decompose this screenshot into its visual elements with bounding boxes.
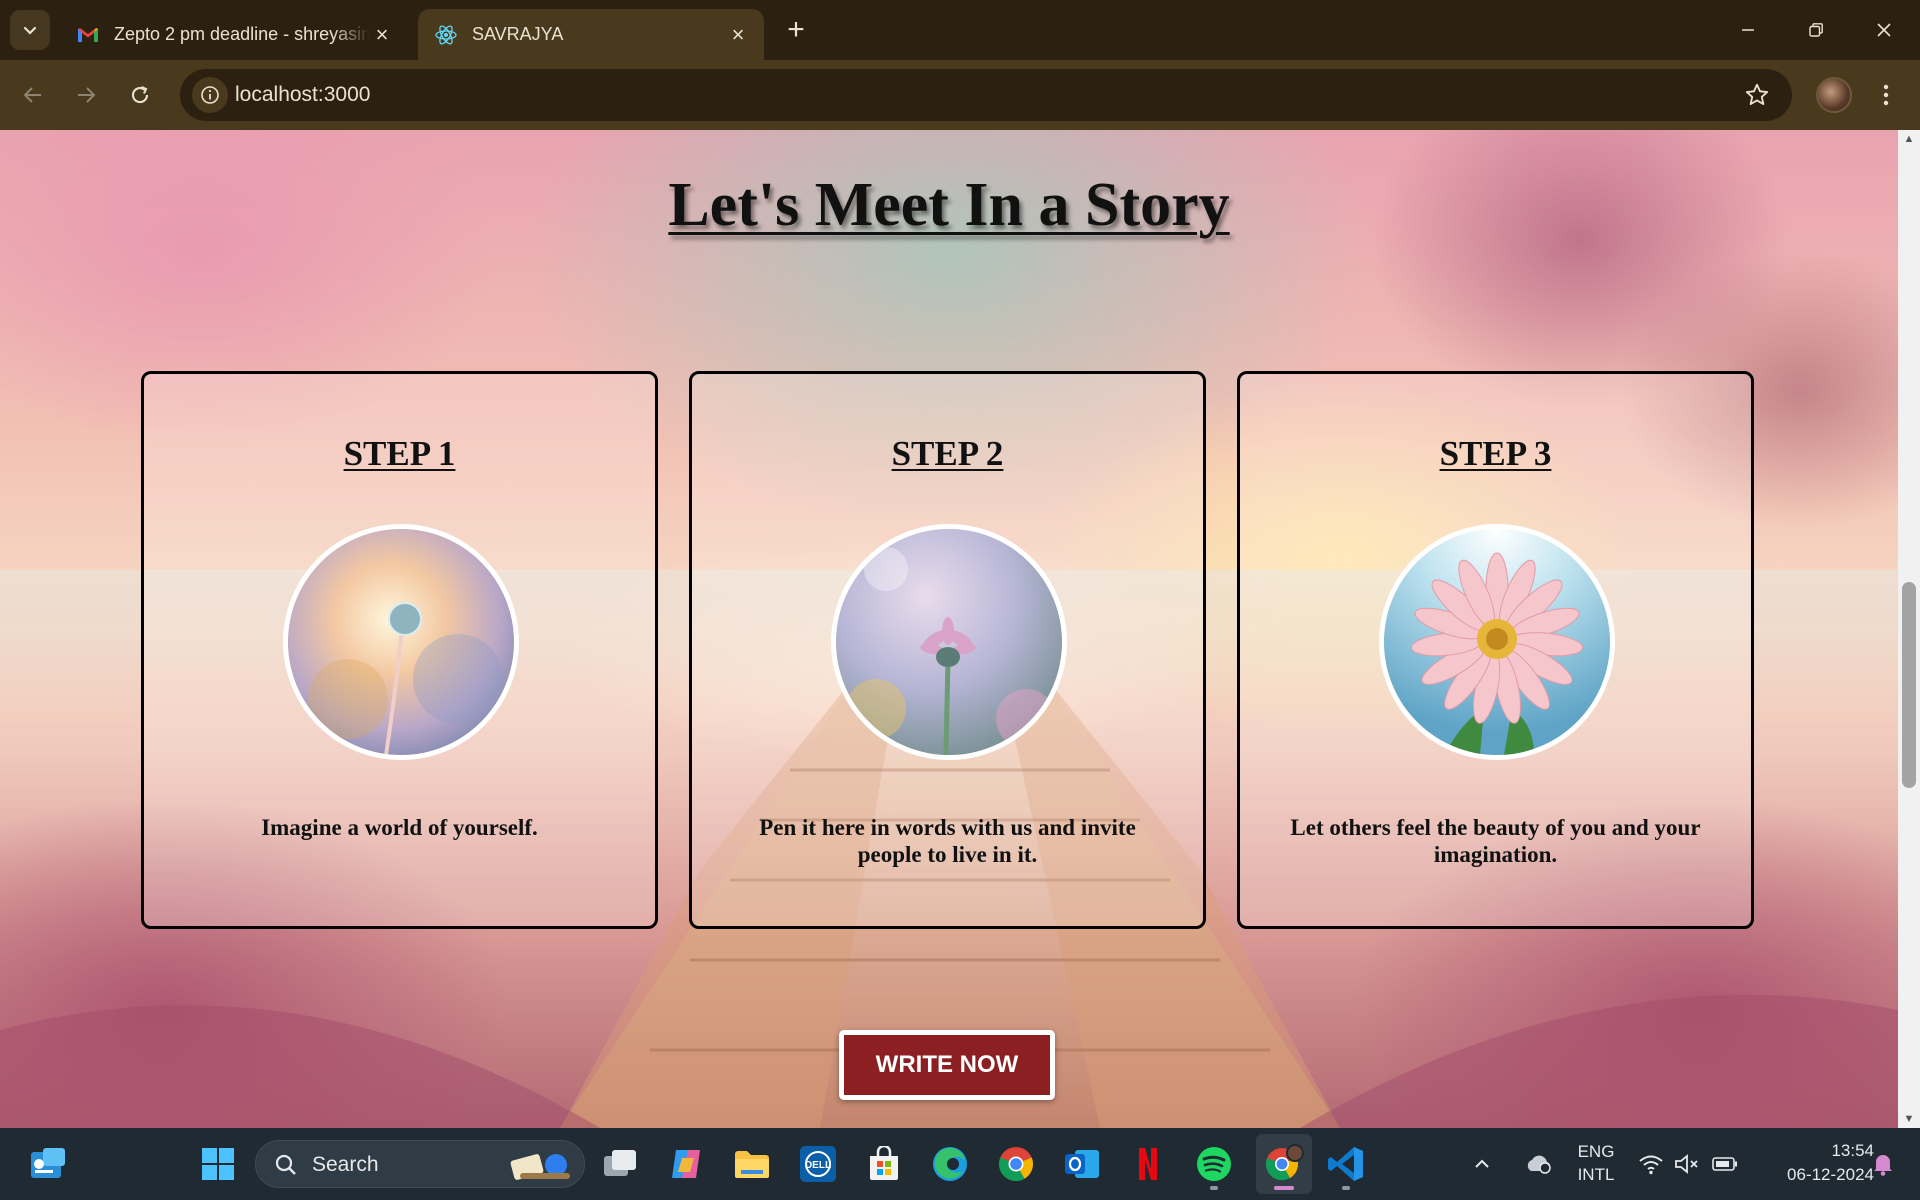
step-card-1: STEP 1 Imagine a world of yourself. — [141, 371, 658, 929]
tab-gmail[interactable]: Zepto 2 pm deadline - shreyasingh × — [60, 9, 408, 60]
chrome-icon[interactable] — [994, 1142, 1038, 1186]
reload-icon — [132, 86, 149, 104]
step-card-3: STEP 3 Let others feel the beauty of you… — [1237, 371, 1754, 929]
address-bar[interactable]: localhost:3000 — [180, 69, 1792, 121]
task-view-icon[interactable] — [598, 1142, 642, 1186]
step-description: Let others feel the beauty of you and yo… — [1290, 815, 1701, 867]
onedrive-icon[interactable] — [1522, 1142, 1556, 1186]
step-description: Imagine a world of yourself. — [261, 815, 538, 840]
svg-text:DELL: DELL — [805, 1160, 831, 1171]
close-window-button[interactable] — [1850, 0, 1918, 60]
search-highlight-icon — [510, 1154, 570, 1180]
restore-button[interactable] — [1782, 0, 1850, 60]
volume-muted-icon[interactable] — [1672, 1142, 1702, 1186]
page-title: Let's Meet In a Story — [668, 171, 1230, 239]
file-explorer-icon[interactable] — [730, 1142, 774, 1186]
step-title: STEP 1 — [343, 434, 456, 473]
address-url: localhost:3000 — [235, 83, 371, 106]
browser-toolbar: localhost:3000 — [0, 60, 1920, 130]
taskbar-search-box[interactable]: Search — [255, 1140, 585, 1188]
profile-avatar[interactable] — [1816, 77, 1852, 113]
arrow-left-icon — [23, 87, 41, 103]
running-indicator — [1210, 1186, 1218, 1190]
step-card-2: STEP 2 Pen it here in words with us and … — [689, 371, 1206, 929]
wifi-icon[interactable] — [1636, 1142, 1666, 1186]
edge-browser-icon[interactable] — [928, 1142, 972, 1186]
tab-title: Zepto 2 pm deadline - shreyasingh — [114, 24, 370, 44]
close-tab-icon[interactable]: × — [726, 23, 750, 47]
back-button[interactable] — [14, 76, 52, 114]
clock[interactable]: 13:54 06-12-2024 — [1754, 1141, 1874, 1185]
minimize-icon — [1742, 29, 1754, 31]
language-code: ENG — [1577, 1142, 1615, 1161]
arrow-right-icon — [78, 87, 96, 103]
react-icon — [435, 24, 457, 45]
windows-taskbar: Search DELL ENG INTL 13:54 06-12-2024 — [0, 1128, 1920, 1200]
browser-tab-strip: Zepto 2 pm deadline - shreyasingh × SAVR… — [0, 0, 1920, 60]
tab-savrajya[interactable]: SAVRAJYA × — [418, 9, 764, 60]
close-icon — [1877, 23, 1891, 37]
language-indicator[interactable]: ENG INTL — [1574, 1142, 1618, 1185]
search-icon — [275, 1154, 296, 1175]
site-info-button[interactable] — [192, 77, 228, 113]
info-icon — [201, 86, 219, 104]
forward-button[interactable] — [67, 76, 105, 114]
minimize-button[interactable] — [1714, 0, 1782, 60]
vscode-icon[interactable] — [1324, 1142, 1368, 1186]
notification-bell-icon[interactable] — [1868, 1142, 1898, 1186]
scroll-up-arrow-icon[interactable]: ▲ — [1903, 133, 1915, 145]
outlook-icon[interactable] — [1060, 1142, 1104, 1186]
step-1-flower-image — [283, 524, 519, 760]
active-indicator — [1274, 1186, 1294, 1190]
copilot-icon[interactable] — [664, 1142, 708, 1186]
search-label: Search — [312, 1153, 379, 1176]
page-scrollbar[interactable]: ▲ ▼ — [1898, 130, 1920, 1128]
step-2-flower-image — [831, 524, 1067, 760]
browser-menu-button[interactable] — [1872, 77, 1900, 113]
reload-button[interactable] — [121, 76, 159, 114]
write-now-button[interactable]: WRITE NOW — [839, 1030, 1055, 1100]
keyboard-layout: INTL — [1577, 1165, 1615, 1184]
new-tab-button[interactable]: + — [780, 13, 812, 46]
restore-icon — [1809, 23, 1823, 37]
show-hidden-icons-chevron-icon[interactable] — [1468, 1142, 1496, 1186]
netflix-icon[interactable] — [1126, 1142, 1170, 1186]
tab-title: SAVRAJYA — [472, 24, 564, 44]
more-vertical-icon — [1883, 84, 1889, 106]
battery-icon[interactable] — [1710, 1142, 1740, 1186]
chevron-down-icon — [23, 26, 37, 35]
widgets-icon[interactable] — [26, 1142, 70, 1186]
web-page: Let's Meet In a Story STEP 1 Imagine a w… — [0, 130, 1898, 1128]
close-tab-icon[interactable]: × — [370, 23, 394, 47]
dell-app-icon[interactable]: DELL — [796, 1142, 840, 1186]
spotify-icon[interactable] — [1192, 1142, 1236, 1186]
windows-start-icon[interactable] — [196, 1142, 240, 1186]
tab-search-button[interactable] — [10, 10, 50, 50]
step-3-flower-image — [1379, 524, 1615, 760]
running-indicator — [1342, 1186, 1350, 1190]
microsoft-store-icon[interactable] — [862, 1142, 906, 1186]
step-title: STEP 2 — [891, 434, 1004, 473]
step-description: Pen it here in words with us and invite … — [759, 815, 1136, 867]
gmail-icon — [78, 27, 98, 42]
bookmark-star-icon[interactable] — [1744, 82, 1770, 108]
clock-time: 13:54 — [1831, 1141, 1874, 1160]
step-title: STEP 3 — [1439, 434, 1552, 473]
scrollbar-thumb[interactable] — [1902, 582, 1916, 788]
chrome-profile-icon[interactable] — [1262, 1142, 1306, 1186]
scroll-down-arrow-icon[interactable]: ▼ — [1903, 1113, 1915, 1125]
clock-date: 06-12-2024 — [1787, 1165, 1874, 1184]
